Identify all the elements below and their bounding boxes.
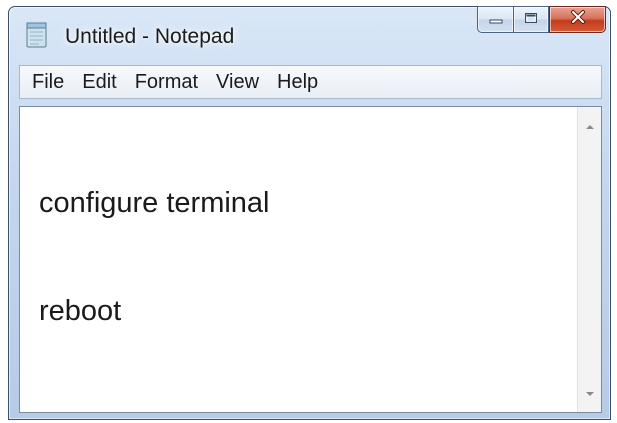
title-bar[interactable]: Untitled - Notepad xyxy=(9,6,610,63)
menu-format[interactable]: Format xyxy=(126,65,207,99)
text-editor[interactable]: configure terminal reboot xyxy=(20,107,577,412)
close-button[interactable] xyxy=(549,6,606,33)
notepad-icon xyxy=(25,20,49,48)
editor-line: reboot xyxy=(39,295,122,327)
menu-file[interactable]: File xyxy=(23,65,73,99)
editor-line: configure terminal xyxy=(39,187,270,219)
notepad-window: Untitled - Notepad File Edit Format View… xyxy=(8,6,611,420)
maximize-icon xyxy=(524,11,538,29)
scroll-up-button[interactable] xyxy=(578,115,601,137)
menu-edit[interactable]: Edit xyxy=(73,65,125,99)
menu-view[interactable]: View xyxy=(207,65,268,99)
menu-bar: File Edit Format View Help xyxy=(19,65,602,99)
maximize-button[interactable] xyxy=(513,6,549,33)
window-title: Untitled - Notepad xyxy=(65,25,235,48)
menu-help[interactable]: Help xyxy=(268,65,327,99)
minimize-icon xyxy=(489,11,503,29)
caption-buttons xyxy=(477,6,606,33)
close-icon xyxy=(570,10,586,29)
scroll-down-button[interactable] xyxy=(578,382,601,404)
scroll-down-arrow-icon xyxy=(585,384,595,402)
minimize-button[interactable] xyxy=(477,6,513,33)
vertical-scrollbar[interactable] xyxy=(577,107,601,412)
scroll-up-arrow-icon xyxy=(585,117,595,135)
editor-area: configure terminal reboot xyxy=(19,106,602,413)
